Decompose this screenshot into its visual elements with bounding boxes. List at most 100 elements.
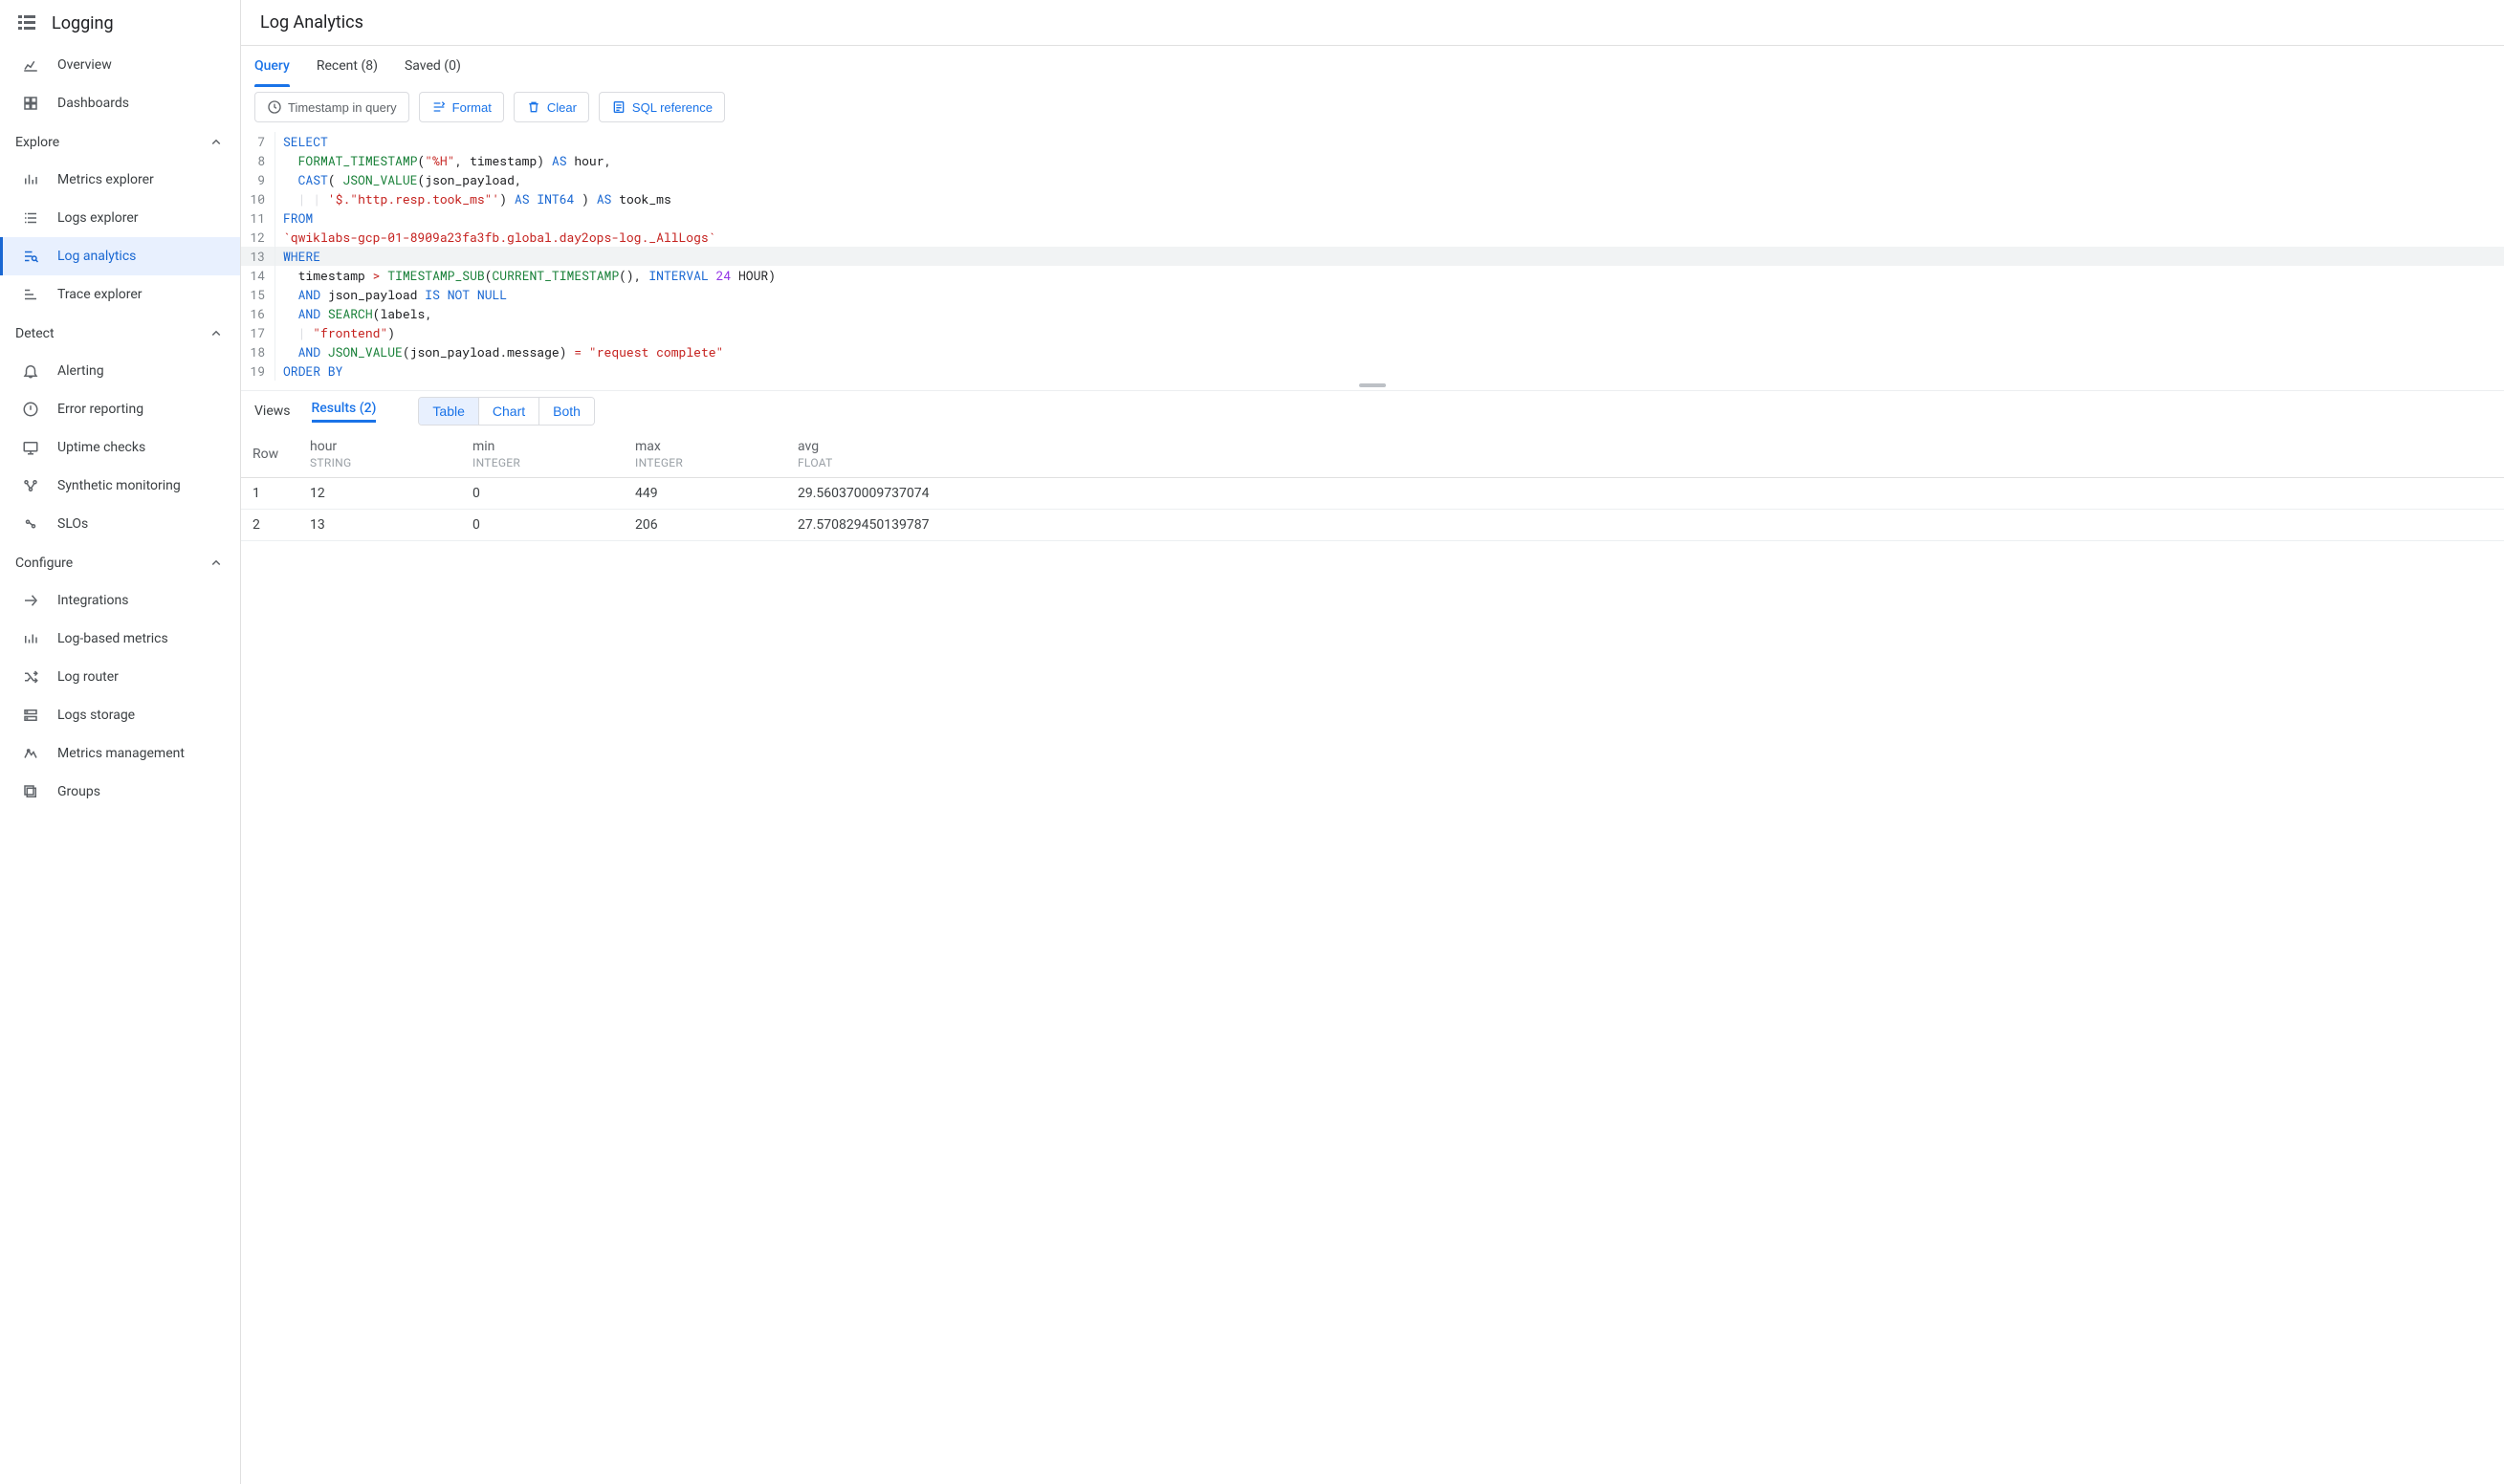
sidebar-group-label: Explore [15, 135, 59, 150]
line-number: 16 [241, 304, 275, 323]
tab-recent[interactable]: Recent (8) [317, 46, 378, 86]
column-header-avg[interactable]: avgFLOAT [786, 431, 2504, 478]
shuffle-icon [21, 667, 40, 687]
code-line[interactable]: 16 AND SEARCH(labels, [241, 304, 2504, 323]
sidebar-item-logs-explorer[interactable]: Logs explorer [0, 199, 240, 237]
code-line[interactable]: 19ORDER BY [241, 361, 2504, 381]
results-table: RowhourSTRINGminINTEGERmaxINTEGERavgFLOA… [241, 431, 2504, 541]
sidebar-item-groups[interactable]: Groups [0, 773, 240, 811]
code-line[interactable]: 12`qwiklabs-gcp-01-8909a23fa3fb.global.d… [241, 228, 2504, 247]
view-mode-table[interactable]: Table [419, 398, 477, 425]
chevron-up-icon [208, 325, 225, 342]
primary-tabs: Query Recent (8) Saved (0) [241, 46, 2504, 86]
sidebar-group-detect[interactable]: Detect [0, 314, 240, 352]
results-tab[interactable]: Results (2) [312, 401, 377, 423]
cell-min: 0 [461, 478, 624, 510]
sql-reference-button[interactable]: SQL reference [599, 92, 725, 122]
code-line[interactable]: 17 | "frontend") [241, 323, 2504, 342]
sidebar-item-trace-explorer[interactable]: Trace explorer [0, 275, 240, 314]
code-line[interactable]: 7SELECT [241, 132, 2504, 151]
sidebar-item-slos[interactable]: SLOs [0, 505, 240, 543]
column-header-min[interactable]: minINTEGER [461, 431, 624, 478]
cell-hour: 13 [298, 510, 461, 541]
sidebar-item-synthetic-monitoring[interactable]: Synthetic monitoring [0, 467, 240, 505]
nodes-icon [21, 476, 40, 495]
view-mode-segmented: Table Chart Both [418, 397, 595, 426]
table-row[interactable]: 112044929.560370009737074 [241, 478, 2504, 510]
sidebar-item-metrics-management[interactable]: Metrics management [0, 734, 240, 773]
chevron-up-icon [208, 555, 225, 572]
code-line[interactable]: 18 AND JSON_VALUE(json_payload.message) … [241, 342, 2504, 361]
cell-row: 2 [241, 510, 298, 541]
bell-icon [21, 361, 40, 381]
line-number: 18 [241, 342, 275, 361]
main-content: Log Analytics Query Recent (8) Saved (0)… [241, 0, 2504, 1484]
stats-icon [21, 55, 40, 75]
tab-query[interactable]: Query [254, 46, 290, 86]
line-number: 7 [241, 132, 275, 151]
product-header: Logging [0, 0, 240, 46]
sidebar-item-alerting[interactable]: Alerting [0, 352, 240, 390]
trace-icon [21, 285, 40, 304]
sidebar-item-label: Alerting [57, 363, 104, 379]
search-list-icon [21, 247, 40, 266]
format-button[interactable]: Format [419, 92, 504, 122]
sidebar-item-logs-storage[interactable]: Logs storage [0, 696, 240, 734]
code-line[interactable]: 9 CAST( JSON_VALUE(json_payload, [241, 170, 2504, 189]
chevron-up-icon [208, 134, 225, 151]
code-line[interactable]: 13WHERE [241, 247, 2504, 266]
results-resize-handle[interactable] [241, 381, 2504, 390]
sidebar-item-label: SLOs [57, 516, 88, 532]
sidebar-group-label: Configure [15, 556, 73, 571]
sidebar-group-explore[interactable]: Explore [0, 122, 240, 161]
sql-editor[interactable]: 7SELECT8 FORMAT_TIMESTAMP("%H", timestam… [241, 132, 2504, 381]
sidebar-item-overview[interactable]: Overview [0, 46, 240, 84]
sidebar-item-label: Trace explorer [57, 287, 143, 302]
trash-icon [526, 99, 541, 115]
code-line[interactable]: 10 | | '$."http.resp.took_ms"') AS INT64… [241, 189, 2504, 208]
sidebar-item-log-router[interactable]: Log router [0, 658, 240, 696]
cell-max: 206 [624, 510, 786, 541]
list-icon [21, 208, 40, 228]
integrate-icon [21, 591, 40, 610]
cell-avg: 29.560370009737074 [786, 478, 2504, 510]
tab-saved[interactable]: Saved (0) [405, 46, 461, 86]
sidebar-item-label: Overview [57, 57, 112, 73]
doc-icon [611, 99, 626, 115]
code-line[interactable]: 14 timestamp > TIMESTAMP_SUB(CURRENT_TIM… [241, 266, 2504, 285]
clear-button[interactable]: Clear [514, 92, 589, 122]
code-line[interactable]: 15 AND json_payload IS NOT NULL [241, 285, 2504, 304]
logging-product-icon [15, 11, 38, 34]
column-header-hour[interactable]: hourSTRING [298, 431, 461, 478]
code-line[interactable]: 11FROM [241, 208, 2504, 228]
sidebar-item-dashboards[interactable]: Dashboards [0, 84, 240, 122]
cell-min: 0 [461, 510, 624, 541]
sidebar-item-label: Metrics explorer [57, 172, 154, 187]
column-header-max[interactable]: maxINTEGER [624, 431, 786, 478]
sidebar-item-label: Dashboards [57, 96, 129, 111]
sidebar-group-label: Detect [15, 326, 55, 341]
sidebar-item-metrics-explorer[interactable]: Metrics explorer [0, 161, 240, 199]
code-line[interactable]: 8 FORMAT_TIMESTAMP("%H", timestamp) AS h… [241, 151, 2504, 170]
view-mode-chart[interactable]: Chart [478, 398, 538, 425]
sidebar-item-uptime-checks[interactable]: Uptime checks [0, 428, 240, 467]
line-number: 19 [241, 361, 275, 381]
bars-icon [21, 170, 40, 189]
format-icon [431, 99, 447, 115]
sidebar-item-integrations[interactable]: Integrations [0, 581, 240, 620]
sidebar-item-log-analytics[interactable]: Log analytics [0, 237, 240, 275]
views-tab[interactable]: Views [254, 404, 291, 419]
column-header-row[interactable]: Row [241, 431, 298, 478]
table-row[interactable]: 213020627.570829450139787 [241, 510, 2504, 541]
sidebar-item-log-based-metrics[interactable]: Log-based metrics [0, 620, 240, 658]
timestamp-in-query-button[interactable]: Timestamp in query [254, 92, 409, 122]
sidebar-item-label: Log analytics [57, 249, 136, 264]
clock-icon [267, 99, 282, 115]
line-number: 12 [241, 228, 275, 247]
sidebar-item-label: Log router [57, 669, 119, 685]
line-number: 8 [241, 151, 275, 170]
sidebar-item-error-reporting[interactable]: Error reporting [0, 390, 240, 428]
sidebar-group-configure[interactable]: Configure [0, 543, 240, 581]
view-mode-both[interactable]: Both [538, 398, 594, 425]
results-bar: Views Results (2) Table Chart Both [241, 390, 2504, 431]
